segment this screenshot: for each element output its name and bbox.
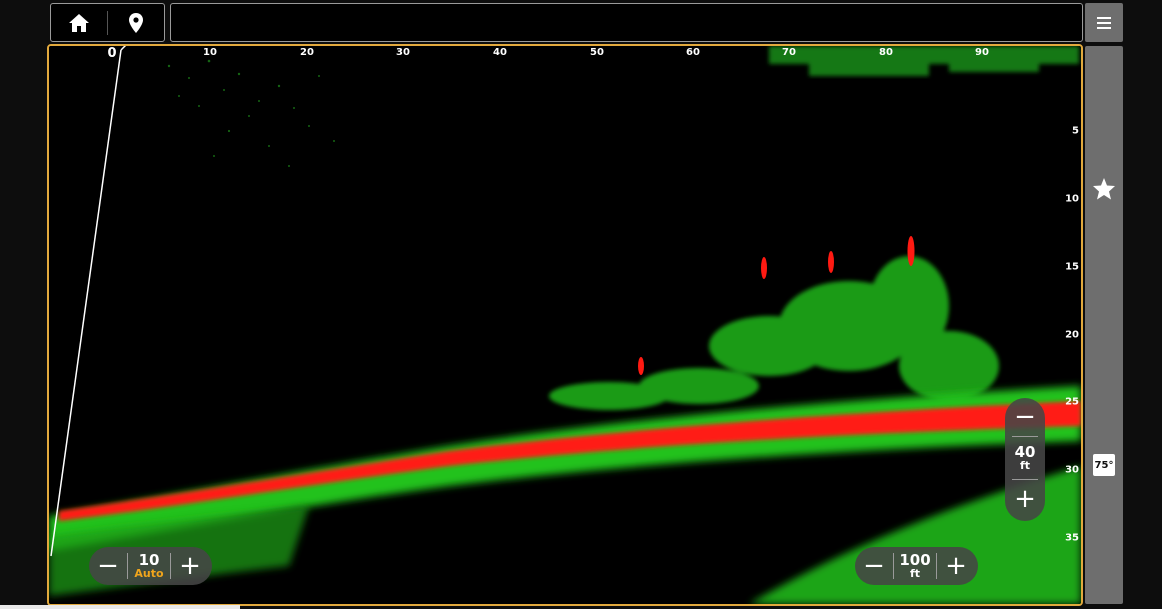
range-decrease-button[interactable]: − xyxy=(855,547,893,585)
range-tick: 50 xyxy=(590,47,604,58)
menu-button[interactable] xyxy=(1085,3,1123,42)
gain-value-display: 10 Auto xyxy=(128,551,170,580)
sonar-image xyxy=(49,46,1081,604)
depth-tick: 15 xyxy=(1065,261,1079,273)
gain-decrease-button[interactable]: − xyxy=(89,547,127,585)
range-tick: 0 xyxy=(107,46,117,61)
depth-tick: 35 xyxy=(1065,532,1079,544)
gain-value: 10 xyxy=(138,551,160,569)
depth-control: − 40 ft + xyxy=(1005,398,1045,521)
home-icon xyxy=(69,13,89,32)
range-tick: 20 xyxy=(300,47,314,58)
star-icon xyxy=(1093,178,1115,200)
gain-control: − 10 Auto + xyxy=(89,547,212,585)
range-tick: 30 xyxy=(396,47,410,58)
range-tick: 80 xyxy=(879,47,893,58)
range-value-display: 100 ft xyxy=(894,551,936,580)
range-value: 100 xyxy=(899,551,931,569)
top-left-toolbar xyxy=(50,3,165,42)
map-pin-icon xyxy=(129,12,143,33)
depth-value-display: 40 ft xyxy=(1015,437,1036,479)
depth-tick: 25 xyxy=(1065,396,1079,408)
page-title-bar xyxy=(170,3,1083,42)
favorite-button[interactable] xyxy=(1085,174,1123,204)
range-tick: 10 xyxy=(203,47,217,58)
range-control: − 100 ft + xyxy=(855,547,978,585)
depth-decrease-button[interactable]: − xyxy=(1005,398,1045,436)
bottom-status-strip xyxy=(0,605,240,609)
right-side-panel: 75° xyxy=(1085,46,1123,604)
depth-tick: 10 xyxy=(1065,193,1079,205)
waypoint-button[interactable] xyxy=(108,4,164,41)
sonar-view[interactable]: 0 10 20 30 40 50 60 70 80 90 5 10 15 20 … xyxy=(47,44,1083,606)
range-unit: ft xyxy=(909,567,921,580)
depth-increase-button[interactable]: + xyxy=(1005,480,1045,518)
range-tick: 60 xyxy=(686,47,700,58)
depth-tick: 30 xyxy=(1065,464,1079,476)
depth-unit: ft xyxy=(1019,459,1031,472)
depth-value: 40 xyxy=(1014,443,1036,461)
range-tick: 90 xyxy=(975,47,989,58)
home-button[interactable] xyxy=(51,4,107,41)
gain-mode: Auto xyxy=(134,567,164,580)
hamburger-menu-icon xyxy=(1097,16,1111,29)
gain-increase-button[interactable]: + xyxy=(171,547,209,585)
range-tick: 40 xyxy=(493,47,507,58)
water-temperature-badge[interactable]: 75° xyxy=(1093,454,1115,476)
range-increase-button[interactable]: + xyxy=(937,547,975,585)
depth-tick: 20 xyxy=(1065,329,1079,341)
depth-tick: 5 xyxy=(1072,125,1079,137)
range-tick: 70 xyxy=(782,47,796,58)
